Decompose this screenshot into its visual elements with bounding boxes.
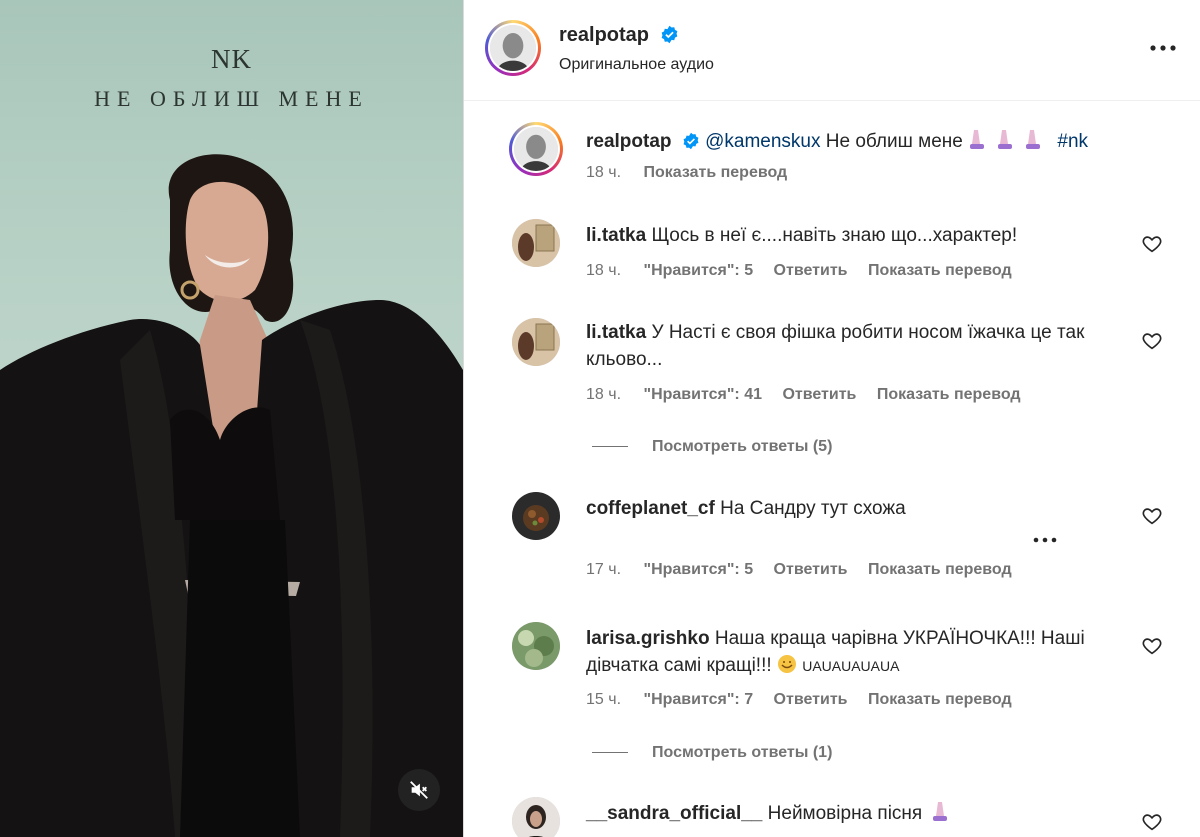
comment-meta: 15 ч. "Нравится": 7 Ответить Показать пе… xyxy=(586,691,1028,709)
caption-body: Не облиш мене xyxy=(825,131,963,152)
comments-panel: realpotap Оригинальное аудио realpotap @… xyxy=(464,0,1200,837)
translate-button[interactable]: Показать перевод xyxy=(868,262,1012,279)
comment-likes[interactable]: "Нравится": 5 xyxy=(643,561,753,578)
comment-likes[interactable]: "Нравится": 41 xyxy=(643,386,762,403)
comment-likes[interactable]: "Нравится": 5 xyxy=(643,262,753,279)
comment-body: У Насті є своя фішка робити носом їжачка… xyxy=(586,322,1085,370)
author-username[interactable]: realpotap xyxy=(559,24,679,47)
mention-link[interactable]: @kamenskux xyxy=(705,131,820,152)
comment-options-icon[interactable] xyxy=(1031,532,1059,548)
author-username-text[interactable]: realpotap xyxy=(559,24,649,46)
heart-icon[interactable] xyxy=(1141,505,1163,527)
translate-button[interactable]: Показать перевод xyxy=(877,386,1021,403)
comment-avatar[interactable] xyxy=(512,622,560,670)
translate-button[interactable]: Показать перевод xyxy=(868,561,1012,578)
translate-button[interactable]: Показать перевод xyxy=(868,691,1012,708)
verified-badge-icon xyxy=(683,132,699,150)
comment-text: coffeplanet_cf На Сандру тут схожа xyxy=(586,495,1126,522)
comment-meta: 18 ч. "Нравится": 41 Ответить Показать п… xyxy=(586,386,1037,404)
comment-time[interactable]: 18 ч. xyxy=(586,262,621,279)
comment-tail: UAUAUAUAUA xyxy=(802,658,900,674)
comment-body: На Сандру тут схожа xyxy=(720,498,906,519)
comment-avatar[interactable] xyxy=(512,797,560,837)
caption-text: realpotap @kamenskux Не облиш мене #nk xyxy=(586,128,1088,153)
praying-hands-emoji-icon xyxy=(933,802,948,821)
caption-username[interactable]: realpotap xyxy=(586,131,672,152)
comment-text: li.tatka Щось в неї є....навіть знаю що.… xyxy=(586,222,1126,249)
singer-figure xyxy=(0,154,463,837)
heart-icon[interactable] xyxy=(1141,330,1163,352)
reply-button[interactable]: Ответить xyxy=(774,691,848,708)
comment-username[interactable]: li.tatka xyxy=(586,225,646,246)
comment-username[interactable]: __sandra_official__ xyxy=(586,803,762,824)
view-replies-label[interactable]: Посмотреть ответы (1) xyxy=(652,744,832,761)
reply-button[interactable]: Ответить xyxy=(782,386,856,403)
reel-video[interactable]: NK НЕ ОБЛИШ МЕНЕ xyxy=(0,0,463,837)
praying-hands-emoji-icon xyxy=(970,130,1041,149)
heart-icon[interactable] xyxy=(1141,635,1163,657)
comment-body: Щось в неї є....навіть знаю що...характе… xyxy=(651,225,1018,246)
comment-username[interactable]: coffeplanet_cf xyxy=(586,498,715,519)
replies-line xyxy=(592,752,628,754)
verified-badge-icon xyxy=(661,25,677,44)
view-replies-button[interactable]: Посмотреть ответы (1) xyxy=(592,744,832,762)
comment-body: Неймовірна пісня xyxy=(767,803,923,824)
heart-icon[interactable] xyxy=(1141,811,1163,833)
more-horizontal-icon[interactable] xyxy=(1148,37,1178,59)
caption-translate-button[interactable]: Показать перевод xyxy=(643,164,787,181)
comment-text: __sandra_official__ Неймовірна пісня xyxy=(586,800,1126,827)
view-replies-label[interactable]: Посмотреть ответы (5) xyxy=(652,438,832,455)
speaker-muted-icon xyxy=(410,781,428,799)
reply-button[interactable]: Ответить xyxy=(774,262,848,279)
original-audio-link[interactable]: Оригинальное аудио xyxy=(559,56,714,74)
comment-username[interactable]: larisa.grishko xyxy=(586,628,710,649)
comment-avatar[interactable] xyxy=(512,492,560,540)
comment-meta: 18 ч. "Нравится": 5 Ответить Показать пе… xyxy=(586,262,1028,280)
comment-text: li.tatka У Насті є своя фішка робити нос… xyxy=(586,319,1106,373)
comment-meta: 17 ч. "Нравится": 5 Ответить Показать пе… xyxy=(586,561,1028,579)
comment-username[interactable]: li.tatka xyxy=(586,322,646,343)
reply-button[interactable]: Ответить xyxy=(774,561,848,578)
replies-line xyxy=(592,446,628,448)
caption-avatar[interactable] xyxy=(509,122,563,176)
caption-time[interactable]: 18 ч. xyxy=(586,164,621,181)
post-header: realpotap Оригинальное аудио xyxy=(464,0,1200,101)
caption-meta: 18 ч. Показать перевод xyxy=(586,164,803,182)
comment-likes[interactable]: "Нравится": 7 xyxy=(643,691,753,708)
comment-text: larisa.grishko Наша краща чарівна УКРАЇН… xyxy=(586,625,1121,680)
comment-time[interactable]: 15 ч. xyxy=(586,691,621,708)
heart-icon[interactable] xyxy=(1141,233,1163,255)
hashtag-link[interactable]: #nk xyxy=(1057,131,1088,152)
mute-button[interactable] xyxy=(398,769,440,811)
comment-time[interactable]: 18 ч. xyxy=(586,386,621,403)
view-replies-button[interactable]: Посмотреть ответы (5) xyxy=(592,438,832,456)
comment-time[interactable]: 17 ч. xyxy=(586,561,621,578)
smiling-face-emoji-icon xyxy=(777,655,796,673)
author-avatar[interactable] xyxy=(485,20,541,76)
comment-avatar[interactable] xyxy=(512,219,560,267)
comment-avatar[interactable] xyxy=(512,318,560,366)
